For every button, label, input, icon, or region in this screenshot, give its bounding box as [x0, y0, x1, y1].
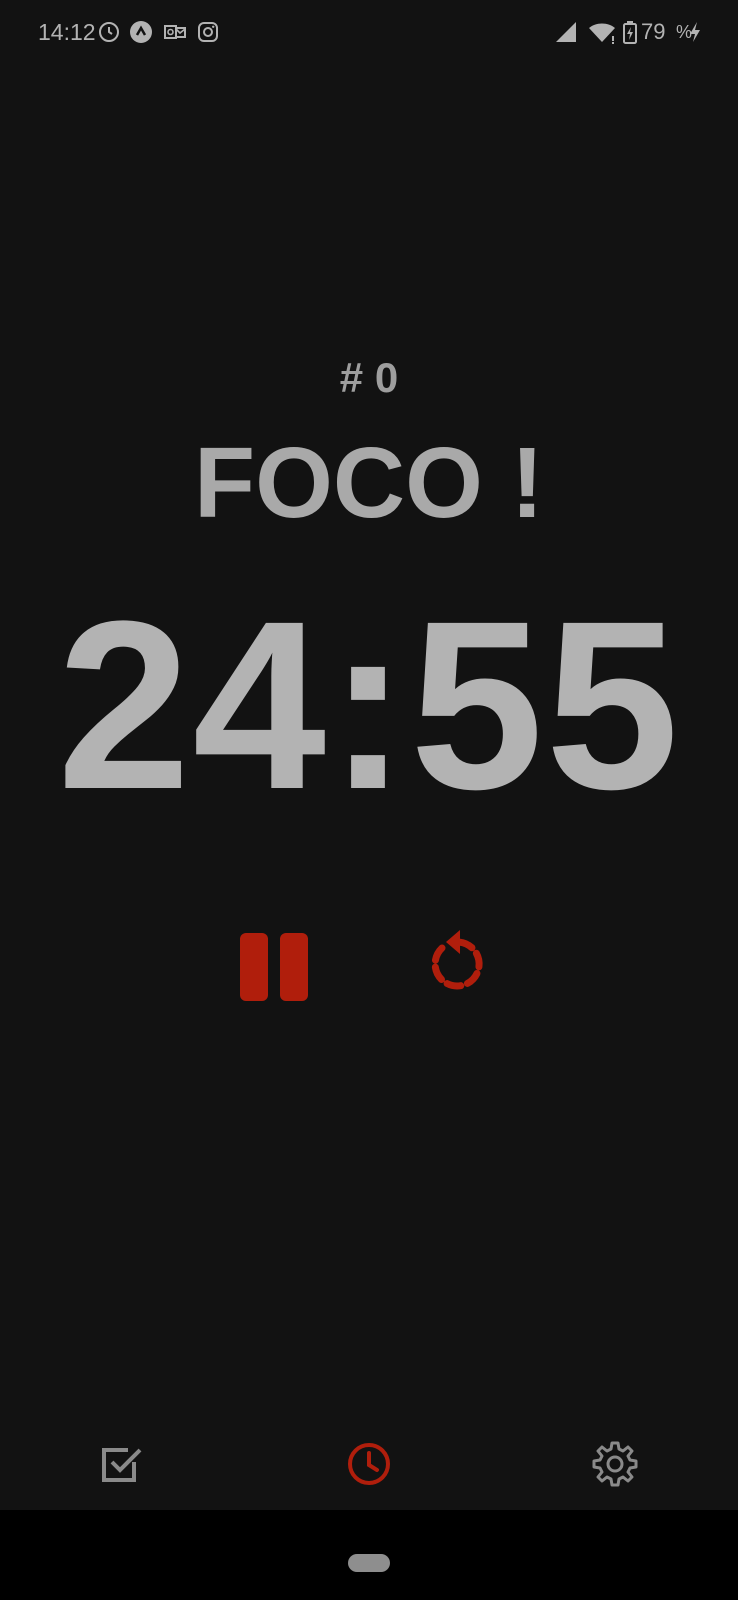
- reset-button[interactable]: [426, 928, 490, 996]
- system-navigation-bar: [0, 1510, 738, 1600]
- clock-icon: [348, 1443, 390, 1485]
- session-count: # 0: [339, 354, 399, 401]
- reset-icon: [431, 930, 483, 990]
- pause-button[interactable]: [240, 933, 308, 1001]
- outlook-icon: [164, 25, 186, 39]
- nav-timer[interactable]: [345, 1440, 393, 1488]
- settings-gear-icon: [592, 1441, 638, 1487]
- alarm-clock-icon: [99, 22, 119, 42]
- home-gesture-handle[interactable]: [348, 1554, 390, 1572]
- status-bar: 14:12 79 %: [0, 0, 738, 66]
- battery-level: 79: [641, 19, 666, 44]
- status-time: 14:12: [38, 19, 96, 45]
- mode-title: FOCO !: [194, 427, 544, 539]
- pause-bar-right: [280, 933, 308, 1001]
- bottom-navigation: [0, 1410, 738, 1510]
- instagram-icon: [198, 22, 218, 42]
- battery-charging-icon: [623, 21, 637, 44]
- app-notification-icon: [130, 21, 152, 43]
- wifi-icon: [589, 23, 615, 44]
- pause-bar-left: [240, 933, 268, 1001]
- charging-bolt-icon: [690, 22, 700, 42]
- nav-settings[interactable]: [591, 1440, 639, 1488]
- nav-tasks[interactable]: [98, 1440, 146, 1488]
- signal-icon: [556, 22, 576, 42]
- timer-display: 24:55: [57, 571, 681, 839]
- pomodoro-screen: 14:12 79 % # 0 FOCO ! 24:55: [0, 0, 738, 1600]
- checklist-icon: [102, 1448, 142, 1482]
